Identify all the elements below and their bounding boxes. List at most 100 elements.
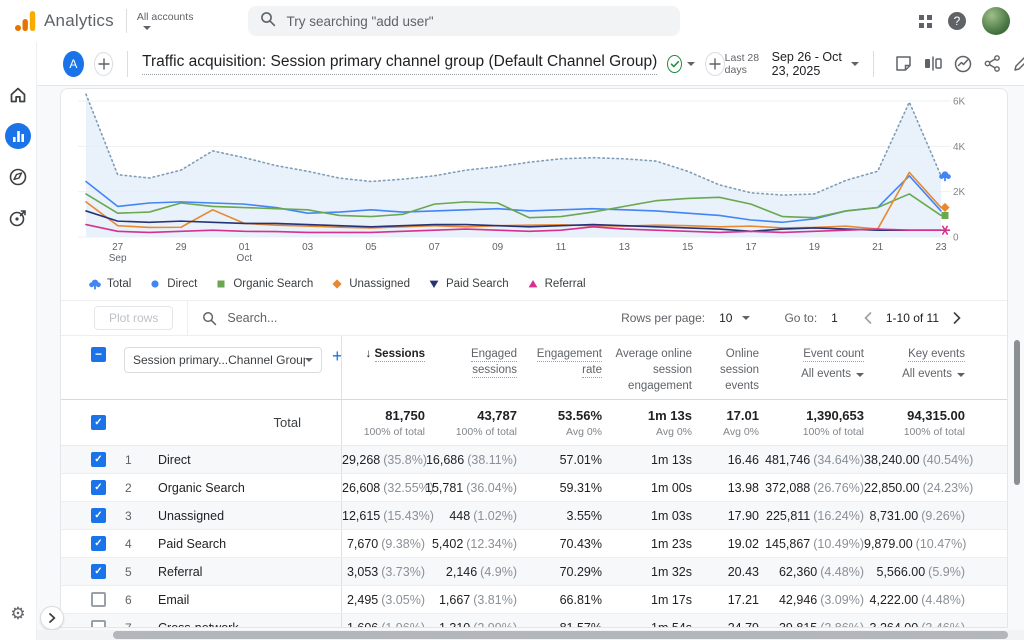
- account-avatar[interactable]: A: [63, 51, 84, 77]
- column-header-event-count[interactable]: Event countAll events: [759, 346, 864, 382]
- compare-reports-icon[interactable]: [923, 54, 943, 73]
- triangle-down-marker-icon: [428, 278, 440, 290]
- metric-cell: 448(1.02%): [425, 509, 517, 523]
- account-switcher[interactable]: All accounts: [137, 12, 194, 31]
- row-checkbox[interactable]: [91, 620, 106, 628]
- goto-page-input[interactable]: 1: [831, 311, 838, 325]
- column-label: Online session events: [720, 348, 759, 392]
- chart-legend: Total Direct Organic Search Unassigned Paid …: [61, 272, 1007, 296]
- customize-report-icon[interactable]: [1012, 54, 1024, 73]
- table-search-input[interactable]: Search...: [202, 311, 277, 326]
- legend-item-organic-search[interactable]: Organic Search: [215, 278, 313, 290]
- svg-text:03: 03: [302, 242, 314, 253]
- total-metric-cell: 17.01Avg 0%: [692, 408, 759, 438]
- nav-reports-icon-active[interactable]: [5, 123, 31, 149]
- report-canvas: 02K4K6K27Sep2901Oct030507091113151719212…: [37, 86, 1024, 630]
- row-checkbox[interactable]: [91, 480, 106, 495]
- channel-name: Organic Search: [158, 481, 245, 495]
- metric-cell: 4,222.00(4.48%): [864, 593, 965, 607]
- date-range-picker[interactable]: Sep 26 - Oct 23, 2025: [772, 50, 844, 78]
- metric-cell: 5,566.00(5.9%): [864, 565, 965, 579]
- row-checkbox[interactable]: [91, 452, 106, 467]
- goto-label: Go to:: [784, 311, 817, 325]
- metric-cell: 16.46: [692, 453, 759, 467]
- metric-cell: 481,746(34.64%): [759, 453, 864, 467]
- brand-title: Analytics: [44, 11, 114, 31]
- event-filter-select[interactable]: All events: [864, 366, 965, 382]
- expand-nav-button[interactable]: [40, 606, 64, 630]
- legend-item-paid-search[interactable]: Paid Search: [428, 278, 509, 290]
- legend-item-direct[interactable]: Direct: [149, 278, 197, 290]
- column-header-online-session-events[interactable]: Online session events: [692, 346, 759, 394]
- data-quality-icon[interactable]: [667, 55, 682, 73]
- admin-gear-icon[interactable]: [10, 604, 25, 624]
- notes-icon[interactable]: [894, 54, 913, 73]
- column-header-engagement-rate[interactable]: Engagement rate: [517, 346, 602, 378]
- metric-cell: 372,088(26.76%): [759, 481, 864, 495]
- metric-cell: 1,606(1.96%): [342, 621, 425, 629]
- nav-advertising-icon[interactable]: [5, 205, 31, 231]
- date-preset-label: Last 28 days: [725, 52, 760, 76]
- metric-cell: 7,670(9.38%): [342, 537, 425, 551]
- help-icon[interactable]: [948, 12, 966, 30]
- metric-cell: 17.21: [692, 593, 759, 607]
- row-checkbox[interactable]: [91, 508, 106, 523]
- chevron-down-icon[interactable]: [687, 62, 695, 66]
- divider: [187, 300, 188, 336]
- share-icon[interactable]: [983, 54, 1002, 73]
- insights-icon[interactable]: [953, 54, 973, 74]
- horizontal-scrollbar[interactable]: [37, 630, 1024, 640]
- column-header-sessions[interactable]: ↓ Sessions: [342, 346, 425, 362]
- square-marker-icon: [215, 278, 227, 290]
- next-page-icon[interactable]: [949, 312, 965, 324]
- row-checkbox[interactable]: [91, 536, 106, 551]
- metric-cell: 29,268(35.8%): [342, 453, 425, 467]
- column-header-key-events[interactable]: Key eventsAll events: [864, 346, 965, 382]
- metric-cell: 3.55%: [517, 509, 602, 523]
- row-index: 5: [125, 565, 137, 579]
- row-checkbox[interactable]: [91, 592, 106, 607]
- vertical-scrollbar[interactable]: [1010, 86, 1024, 630]
- add-comparison-button[interactable]: [94, 52, 114, 76]
- legend-item-unassigned[interactable]: Unassigned: [331, 278, 410, 290]
- hscroll-thumb[interactable]: [113, 631, 1008, 639]
- search-input[interactable]: Try searching "add user": [248, 6, 680, 36]
- dimension-selector[interactable]: Session primary...Channel Group): [124, 347, 322, 373]
- apps-grid-icon[interactable]: [919, 15, 932, 28]
- channel-name: Referral: [158, 565, 202, 579]
- event-filter-select[interactable]: All events: [759, 366, 864, 382]
- metric-cell: 39,815(2.86%): [759, 621, 864, 629]
- legend-item-total[interactable]: Total: [89, 278, 131, 290]
- legend-label: Referral: [545, 278, 586, 290]
- pagination-range: 1-10 of 11: [886, 311, 939, 325]
- legend-item-referral[interactable]: Referral: [527, 278, 586, 290]
- add-metric-button[interactable]: [705, 52, 725, 76]
- row-checkbox[interactable]: [91, 564, 106, 579]
- report-title[interactable]: Traffic acquisition: Session primary cha…: [142, 53, 657, 75]
- nav-home-icon[interactable]: [5, 82, 31, 108]
- svg-text:29: 29: [175, 242, 187, 253]
- row-index: 3: [125, 509, 137, 523]
- svg-text:19: 19: [809, 242, 821, 253]
- column-header-engaged-sessions[interactable]: Engaged sessions: [425, 346, 517, 378]
- select-all-checkbox[interactable]: [91, 347, 106, 362]
- plot-rows-button[interactable]: Plot rows: [94, 306, 173, 330]
- metric-cell: 26,608(32.55%): [342, 481, 425, 495]
- total-metric-cell: 81,750100% of total: [342, 408, 425, 438]
- nav-explore-icon[interactable]: [5, 164, 31, 190]
- vscroll-thumb[interactable]: [1014, 340, 1020, 485]
- totals-checkbox[interactable]: [91, 415, 106, 430]
- divider: [126, 9, 127, 33]
- user-avatar[interactable]: [982, 7, 1010, 35]
- channel-name: Direct: [158, 453, 191, 467]
- metric-cell: 1m 00s: [602, 481, 692, 495]
- svg-text:21: 21: [872, 242, 884, 253]
- total-metric-cell: 94,315.00100% of total: [864, 408, 965, 438]
- prev-page-icon[interactable]: [860, 312, 876, 324]
- svg-text:01: 01: [239, 242, 251, 253]
- column-header-average-online-session-engagement[interactable]: Average online session engagement: [602, 346, 692, 394]
- rows-per-page-select[interactable]: 10: [719, 311, 732, 325]
- chevron-down-icon[interactable]: [742, 316, 750, 320]
- metric-cell: 5,402(12.34%): [425, 537, 517, 551]
- circle-marker-icon: [149, 278, 161, 290]
